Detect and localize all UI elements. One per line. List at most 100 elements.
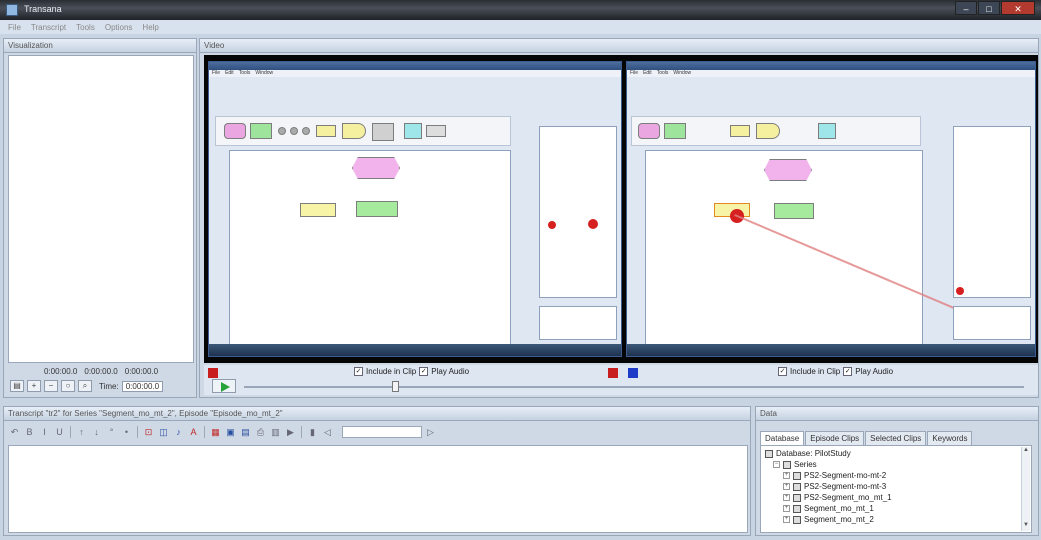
tab-database[interactable]: Database — [760, 431, 805, 445]
tree-series-item[interactable]: + PS2-Segment_mo_mt_1 — [765, 492, 1027, 503]
menu-transcript[interactable]: Transcript — [31, 23, 66, 32]
timecode-icon[interactable]: ⊡ — [142, 426, 155, 438]
tree-series-item[interactable]: + Segment_mo_mt_2 — [765, 514, 1027, 525]
speaker-icon[interactable]: ♪ — [172, 426, 185, 438]
rising-intonation-icon[interactable]: ↑ — [75, 426, 88, 438]
transana-app-icon — [6, 4, 18, 16]
whisper-icon[interactable]: • — [120, 426, 133, 438]
undo-icon[interactable]: ↶ — [8, 426, 21, 438]
timecode-end: 0:00:00.0 — [124, 367, 159, 376]
multi-transcript-icon[interactable]: ▥ — [269, 426, 282, 438]
database-icon — [765, 449, 773, 458]
include-in-clip-label-left: Include in Clip — [366, 367, 417, 376]
series-item-label: Segment_mo_mt_2 — [804, 515, 874, 524]
video-position-slider[interactable] — [244, 381, 1024, 392]
save-icon[interactable]: ▤ — [239, 426, 252, 438]
print-icon[interactable]: ⎙ — [254, 426, 267, 438]
visualization-area[interactable] — [8, 55, 194, 363]
title-bar: Transana – □ ✕ — [0, 0, 1041, 20]
audible-breath-icon[interactable]: ° — [105, 426, 118, 438]
tab-selected-clips[interactable]: Selected Clips — [865, 431, 927, 445]
play-audio-label-right: Play Audio — [855, 367, 894, 376]
font-icon[interactable]: A — [187, 426, 200, 438]
close-button[interactable]: ✕ — [1001, 1, 1035, 15]
include-in-clip-label-right: Include in Clip — [790, 367, 841, 376]
menu-file[interactable]: File — [8, 23, 21, 32]
include-in-clip-checkbox-left[interactable]: ✓ — [354, 367, 363, 376]
forward-icon[interactable]: ▶ — [284, 426, 297, 438]
expand-icon[interactable]: + — [783, 472, 790, 479]
search-icon[interactable]: ⌕ — [78, 380, 92, 392]
search-back-icon[interactable]: ◁ — [321, 426, 334, 438]
visualization-title: Visualization — [4, 39, 196, 53]
search-forward-icon[interactable]: ▷ — [424, 426, 437, 438]
tab-episode-clips[interactable]: Episode Clips — [805, 431, 865, 445]
database-tree[interactable]: Database: PilotStudy − Series + PS2-Segm… — [760, 445, 1032, 533]
scroll-up-icon[interactable]: ▲ — [1022, 447, 1030, 456]
menu-help[interactable]: Help — [142, 23, 158, 32]
scroll-down-icon[interactable]: ▼ — [1022, 522, 1030, 531]
falling-intonation-icon[interactable]: ↓ — [90, 426, 103, 438]
video-screen-left: File Edit Tools Window — [208, 61, 622, 357]
zoom-in-icon[interactable]: + — [27, 380, 41, 392]
marker-red-left[interactable] — [208, 368, 218, 378]
transcript-panel: Transcript "tr2" for Series "Segment_mo_… — [3, 406, 751, 536]
transcript-search-field[interactable] — [342, 426, 422, 438]
play-audio-label-left: Play Audio — [431, 367, 470, 376]
bold-icon[interactable]: B — [23, 426, 36, 438]
expand-icon[interactable]: + — [783, 505, 790, 512]
timecode-current: 0:00:00.0 — [84, 367, 118, 376]
hide-timecodes-icon[interactable]: ◫ — [157, 426, 170, 438]
menu-options[interactable]: Options — [105, 23, 133, 32]
series-item-icon — [793, 471, 801, 480]
series-item-label: PS2-Segment-mo-mt-2 — [804, 471, 887, 480]
video-panel: Video File Edit Tools Window File Edit T… — [199, 38, 1039, 398]
zoom-out-icon[interactable]: − — [44, 380, 58, 392]
data-panel: Data Database Episode Clips Selected Cli… — [755, 406, 1039, 536]
tree-scrollbar[interactable]: ▲ ▼ — [1021, 447, 1030, 531]
video-controls: ✓ Include in Clip ✓ Play Audio ✓ Include… — [204, 365, 1038, 395]
collapse-icon[interactable]: − — [773, 461, 780, 468]
tree-database[interactable]: Database: PilotStudy — [765, 448, 1027, 459]
expand-icon[interactable]: + — [783, 516, 790, 523]
expand-icon[interactable]: + — [783, 483, 790, 490]
series-item-label: PS2-Segment_mo_mt_1 — [804, 493, 892, 502]
video-display[interactable]: File Edit Tools Window File Edit Tools W… — [204, 55, 1038, 363]
properties-icon[interactable]: ▦ — [209, 426, 222, 438]
tree-series-item[interactable]: + Segment_mo_mt_1 — [765, 503, 1027, 514]
tab-keywords[interactable]: Keywords — [927, 431, 973, 445]
side-pane-left — [539, 126, 617, 298]
play-audio-checkbox-right[interactable]: ✓ — [843, 367, 853, 376]
play-button[interactable] — [212, 379, 236, 393]
marker-blue[interactable] — [628, 368, 638, 378]
tree-series[interactable]: − Series — [765, 459, 1027, 470]
shape-palette — [215, 116, 511, 146]
play-audio-checkbox-left[interactable]: ✓ — [419, 367, 429, 376]
series-item-icon — [793, 493, 801, 502]
video-screen-right: File Edit Tools Window — [626, 61, 1036, 357]
tree-series-item[interactable]: + PS2-Segment-mo-mt-2 — [765, 470, 1027, 481]
filter-icon[interactable]: ▤ — [10, 380, 24, 392]
menu-bar: File Transcript Tools Options Help — [0, 20, 1041, 34]
transcript-text-area[interactable] — [8, 445, 748, 533]
grid-icon[interactable]: ▣ — [224, 426, 237, 438]
slider-thumb[interactable] — [392, 381, 399, 392]
series-item-label: Segment_mo_mt_1 — [804, 504, 874, 513]
lock-icon[interactable]: ▮ — [306, 426, 319, 438]
minimize-button[interactable]: – — [955, 1, 977, 15]
zoom-reset-icon[interactable]: ○ — [61, 380, 75, 392]
expand-icon[interactable]: + — [783, 494, 790, 501]
tree-series-item[interactable]: + PS2-Segment-mo-mt-3 — [765, 481, 1027, 492]
underline-icon[interactable]: U — [53, 426, 66, 438]
time-value: 0:00:00.0 — [121, 380, 164, 392]
database-label: Database: PilotStudy — [776, 449, 851, 458]
include-in-clip-checkbox-right[interactable]: ✓ — [778, 367, 787, 376]
timecode-start: 0:00:00.0 — [44, 367, 78, 376]
transcript-title: Transcript "tr2" for Series "Segment_mo_… — [4, 407, 750, 421]
time-label: Time: — [99, 381, 119, 391]
italic-icon[interactable]: I — [38, 426, 51, 438]
marker-red-right[interactable] — [608, 368, 618, 378]
menu-tools[interactable]: Tools — [76, 23, 95, 32]
diagram-canvas-right — [645, 150, 923, 346]
maximize-button[interactable]: □ — [978, 1, 1000, 15]
